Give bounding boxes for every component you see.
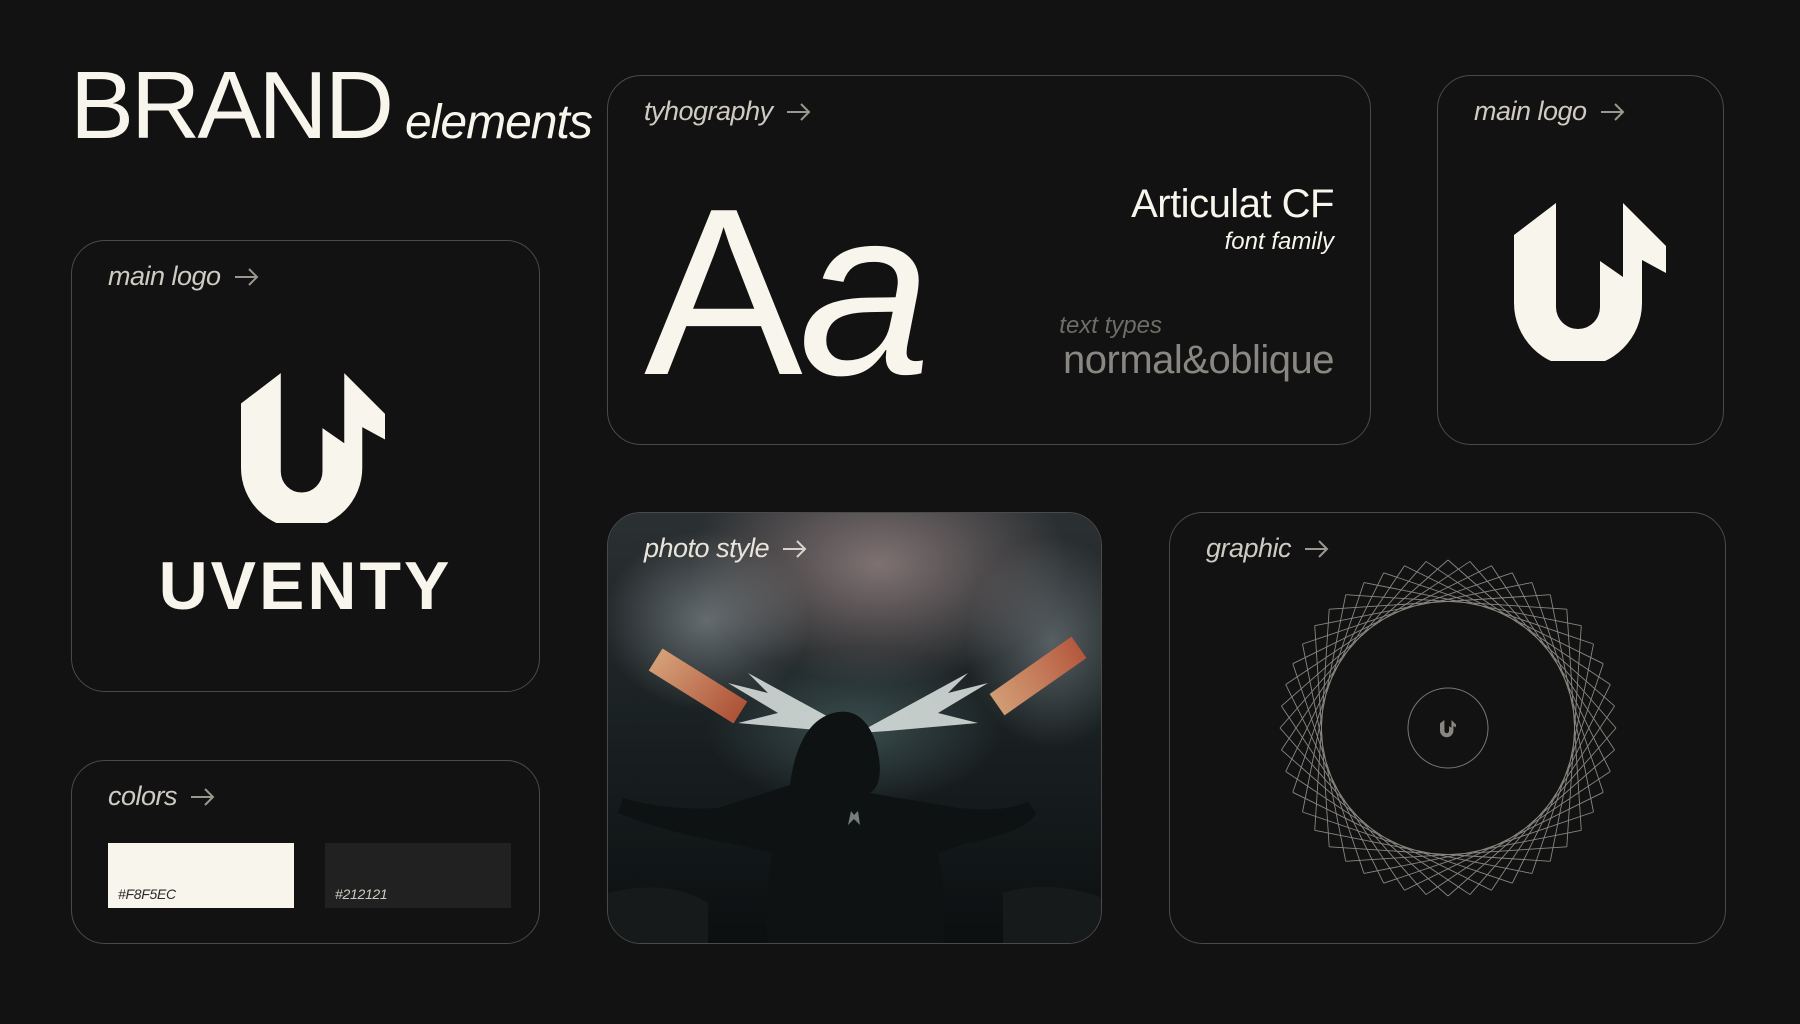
typography-card[interactable]: tyhography Aa Articulat CF font family t…: [607, 75, 1371, 445]
text-types-value: normal&oblique: [1063, 338, 1334, 382]
colors-card[interactable]: colors #F8F5EC #212121: [71, 760, 540, 944]
starburst-line: [1425, 561, 1611, 685]
arrow-right-icon: [786, 102, 811, 121]
starburst-line: [1285, 771, 1471, 895]
graphic-card-label: graphic: [1206, 533, 1292, 563]
starburst-line: [1469, 561, 1617, 729]
starburst-line: [1566, 625, 1582, 847]
starburst-line: [1511, 572, 1611, 772]
font-family-caption: font family: [1224, 228, 1334, 255]
starburst-line: [1292, 565, 1492, 665]
logo-small-card-label: main logo: [1474, 96, 1587, 126]
starburst-line: [1345, 594, 1567, 610]
starburst-line: [1447, 559, 1615, 707]
starburst-line: [1383, 811, 1594, 884]
arrow-right-icon: [1305, 539, 1329, 558]
person-silhouette: [608, 711, 1101, 943]
starburst-line: [1281, 749, 1449, 897]
graphic-card[interactable]: graphic: [1169, 512, 1726, 944]
starburst-line: [1531, 663, 1604, 874]
starburst-line: [1281, 565, 1405, 751]
starburst-line: [1279, 561, 1427, 729]
type-specimen-upper: A: [644, 160, 803, 425]
starburst-line: [1292, 791, 1492, 891]
starburst-line: [1302, 811, 1513, 884]
photo-style-card[interactable]: photo style: [607, 512, 1102, 944]
photo-card-header[interactable]: photo style: [644, 533, 809, 564]
logo-large-card-header[interactable]: main logo: [108, 261, 261, 292]
starburst-line: [1302, 572, 1513, 645]
title-main: BRAND: [70, 52, 394, 159]
starburst-line: [1281, 705, 1405, 891]
text-types-label: text types: [1059, 312, 1162, 339]
starburst-line: [1447, 749, 1615, 897]
starburst-line: [1531, 582, 1604, 793]
logo-large-card-label: main logo: [108, 261, 221, 291]
photo-card-label: photo style: [644, 533, 770, 563]
starburst-line: [1329, 846, 1551, 862]
uventy-logo-icon: [1514, 203, 1666, 361]
type-specimen: Aa: [644, 174, 931, 412]
starburst-line: [1549, 594, 1594, 813]
starburst-line: [1279, 727, 1427, 895]
starburst-line: [1404, 565, 1604, 665]
color-swatch-light-label: #F8F5EC: [118, 886, 176, 902]
arrow-right-icon: [234, 267, 258, 286]
starburst-line: [1285, 572, 1385, 772]
font-name: Articulat CF: [1131, 182, 1334, 226]
brand-wordmark: UVENTY: [158, 548, 453, 624]
typography-card-header[interactable]: tyhography: [644, 96, 813, 127]
graphic-card-header[interactable]: graphic: [1206, 533, 1331, 564]
starburst-line: [1549, 643, 1594, 862]
starburst-line: [1511, 684, 1611, 884]
starburst-line: [1491, 565, 1615, 751]
title-sub: elements: [405, 96, 593, 149]
color-swatch-light[interactable]: #F8F5EC: [108, 843, 294, 908]
logo-small-card-header[interactable]: main logo: [1474, 96, 1627, 127]
starburst-line: [1302, 643, 1347, 862]
arrow-right-icon: [1600, 102, 1624, 121]
main-logo-small-card[interactable]: main logo: [1437, 75, 1724, 445]
starburst-line: [1281, 559, 1449, 707]
starburst-line: [1329, 594, 1551, 610]
typography-card-label: tyhography: [644, 96, 773, 126]
starburst-line: [1566, 609, 1582, 831]
starburst-line: [1404, 791, 1604, 891]
starburst-line: [1314, 609, 1330, 831]
starburst-line: [1314, 625, 1330, 847]
starburst-line: [1363, 582, 1582, 627]
starburst-line: [1302, 594, 1347, 813]
starburst-line: [1491, 705, 1615, 891]
page-title: BRAND elements: [70, 52, 593, 159]
starburst-line: [1345, 846, 1567, 862]
starburst-line: [1363, 829, 1582, 874]
starburst-line: [1469, 727, 1617, 895]
colors-card-label: colors: [108, 781, 178, 811]
color-swatch-dark[interactable]: #212121: [325, 843, 511, 908]
starburst-line: [1292, 582, 1365, 793]
colors-card-header[interactable]: colors: [108, 781, 217, 812]
starburst-line: [1314, 829, 1533, 874]
arrow-right-icon: [783, 539, 807, 558]
starburst-line: [1314, 582, 1533, 627]
arrow-right-icon: [191, 787, 215, 806]
starburst-line: [1285, 684, 1385, 884]
starburst-line: [1383, 572, 1594, 645]
starburst-graphic: [1279, 559, 1617, 897]
uventy-logo-icon: [241, 373, 385, 523]
starburst-line: [1292, 663, 1365, 874]
color-swatch-dark-label: #212121: [335, 886, 388, 902]
starburst-line: [1285, 561, 1471, 685]
main-logo-large-card[interactable]: main logo UVENTY: [71, 240, 540, 692]
starburst-line: [1425, 771, 1611, 895]
type-specimen-lower: a: [798, 160, 931, 425]
